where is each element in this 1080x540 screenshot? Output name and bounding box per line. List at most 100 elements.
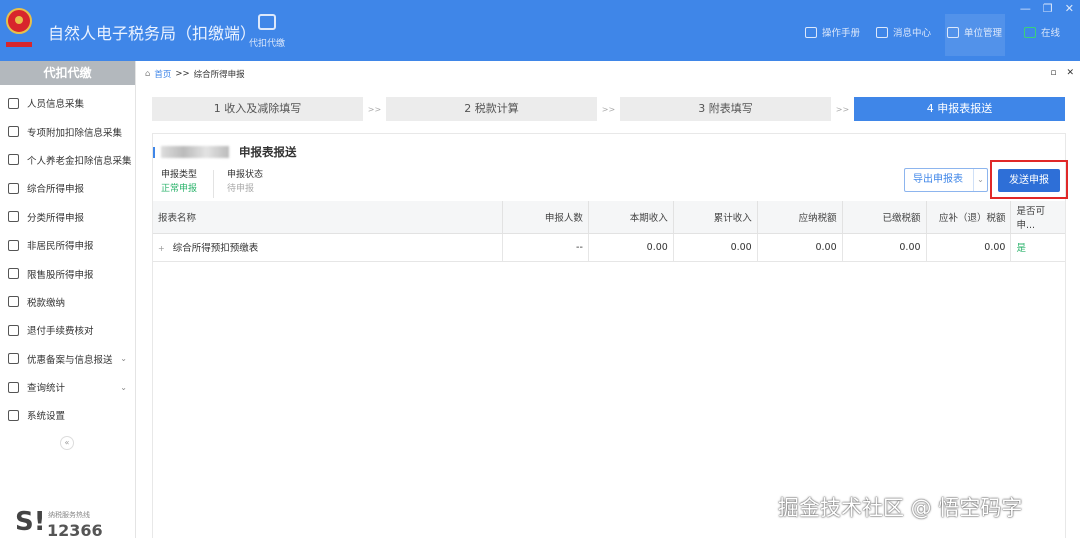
nav-withholding[interactable]: 代扣代缴: [244, 14, 290, 49]
step-2[interactable]: 2 税款计算: [386, 97, 597, 121]
hotline-label: 纳税服务热线: [48, 511, 90, 519]
breadcrumb-sep: >>: [175, 69, 190, 79]
link-label: 单位管理: [964, 28, 1003, 39]
wallet-icon: [258, 14, 276, 30]
status-value: 待申报: [227, 184, 255, 194]
export-label: 导出申报表: [913, 174, 963, 185]
col-header: 应补（退）税额: [926, 201, 1012, 234]
type-value: 正常申报: [161, 184, 198, 194]
sidebar-item[interactable]: 分类所得申报: [0, 203, 135, 231]
col-header: 已缴税额: [842, 201, 927, 234]
sidebar-item[interactable]: 税款缴纳: [0, 288, 135, 316]
minimize-button[interactable]: —: [1020, 2, 1031, 15]
sidebar-item-label: 系统设置: [27, 411, 66, 423]
sidebar-item-label: 非居民所得申报: [27, 241, 94, 253]
menu-icon: [8, 353, 19, 365]
col-header: 本期收入: [588, 201, 674, 234]
chevron-down-icon[interactable]: ⌄: [120, 354, 127, 363]
sidebar-item[interactable]: 个人养老金扣除信息采集: [0, 146, 135, 174]
collapse-sidebar-button[interactable]: «: [60, 436, 74, 450]
sidebar-item[interactable]: 退付手续费核对: [0, 316, 135, 344]
unit-management-link[interactable]: 单位管理: [947, 24, 1002, 40]
close-button[interactable]: ✕: [1065, 2, 1074, 15]
step-1[interactable]: 1 收入及减除填写: [152, 97, 363, 121]
tab-controls: ▫ ✕: [1050, 68, 1074, 78]
breadcrumb-current: 综合所得申报: [193, 70, 245, 80]
sidebar-item-label: 分类所得申报: [27, 212, 85, 224]
step-3[interactable]: 3 附表填写: [620, 97, 831, 121]
report-name: 综合所得预扣预缴表: [172, 243, 259, 254]
hotline-number: 12366: [47, 521, 103, 540]
sidebar-item[interactable]: 优惠备案与信息报送 ⌄: [0, 345, 135, 373]
sidebar-item-label: 查询统计: [27, 383, 66, 395]
message-center-link[interactable]: 消息中心: [876, 24, 931, 40]
link-label: 操作手册: [822, 28, 861, 39]
status-label: 申报状态: [227, 170, 264, 180]
nav-label: 代扣代缴: [248, 39, 285, 49]
home-icon[interactable]: ⌂: [145, 69, 150, 79]
online-status[interactable]: 在线: [1024, 24, 1060, 40]
watermark: 掘金技术社区 @ 悟空码字: [778, 496, 1023, 520]
sidebar-item[interactable]: 综合所得申报: [0, 174, 135, 202]
expand-icon[interactable]: +: [158, 244, 165, 253]
cell: 0.00: [588, 233, 674, 262]
mail-icon: [876, 26, 888, 38]
sidebar-item-label: 综合所得申报: [27, 184, 85, 196]
sidebar-item[interactable]: 限售股所得申报: [0, 259, 135, 287]
menu-icon: [8, 97, 19, 109]
report-table: 报表名称 申报人数 本期收入 累计收入 应纳税额 已缴税额 应补（退）税额 是否…: [153, 201, 1065, 262]
steps: 1 收入及减除填写 >> 2 税款计算 >> 3 附表填写 >> 4 申报表报送: [152, 97, 1065, 121]
restore-button[interactable]: ❐: [1043, 2, 1053, 15]
app-title: 自然人电子税务局（扣缴端）: [48, 24, 257, 43]
hotline-icon: S!: [15, 507, 46, 537]
title-accent: [153, 146, 155, 158]
breadcrumb: ⌂ 首页 >> 综合所得申报: [145, 68, 245, 80]
close-tab-button[interactable]: ✕: [1066, 68, 1074, 78]
redacted-name: [161, 146, 229, 158]
cell: 0.00: [926, 233, 1012, 262]
sidebar-item[interactable]: 系统设置: [0, 401, 135, 429]
maximize-tab-button[interactable]: ▫: [1050, 68, 1056, 78]
cell: 0.00: [757, 233, 843, 262]
send-declaration-button[interactable]: 发送申报: [998, 169, 1060, 192]
highlight-box: 发送申报: [990, 160, 1068, 199]
sidebar-item-label: 专项附加扣除信息采集: [27, 127, 123, 139]
menu-icon: [8, 211, 19, 223]
export-report-button[interactable]: 导出申报表 ⌄: [904, 168, 988, 192]
link-label: 在线: [1041, 28, 1061, 39]
sidebar-item[interactable]: 非居民所得申报: [0, 231, 135, 259]
step-sep: >>: [367, 104, 382, 114]
sidebar-title: 代扣代缴: [0, 61, 135, 85]
manual-link[interactable]: 操作手册: [805, 24, 860, 40]
declare-type: 申报类型 正常申报: [161, 168, 197, 196]
sidebar-item-label: 人员信息采集: [27, 99, 85, 111]
breadcrumb-home[interactable]: 首页: [154, 68, 171, 80]
monitor-icon: [1024, 26, 1036, 38]
building-icon: [947, 26, 959, 38]
sidebar-item[interactable]: 专项附加扣除信息采集: [0, 117, 135, 145]
declare-status: 申报状态 待申报: [227, 168, 263, 196]
chevron-down-icon[interactable]: ⌄: [120, 383, 127, 392]
cell: 是: [1010, 233, 1065, 262]
cell: --: [502, 233, 589, 262]
sidebar-item[interactable]: 查询统计 ⌄: [0, 373, 135, 401]
menu-icon: [8, 324, 19, 336]
menu-icon: [8, 126, 19, 138]
tax-emblem-logo: [6, 8, 32, 47]
sidebar-item-label: 优惠备案与信息报送: [27, 354, 113, 366]
sidebar-item-label: 限售股所得申报: [27, 269, 94, 281]
sidebar-item-label: 个人养老金扣除信息采集: [27, 155, 132, 167]
chevron-down-icon[interactable]: ⌄: [973, 169, 987, 191]
divider: [213, 170, 214, 198]
cell: 0.00: [673, 233, 758, 262]
sidebar-item[interactable]: 人员信息采集: [0, 89, 135, 117]
col-header: 申报人数: [502, 201, 589, 234]
link-label: 消息中心: [893, 28, 932, 39]
app-header: 自然人电子税务局（扣缴端） 代扣代缴 操作手册 消息中心 单位管理 在线 — ❐…: [0, 0, 1080, 61]
sidebar-item-label: 税款缴纳: [27, 297, 66, 309]
table-row[interactable]: + 综合所得预扣预缴表 -- 0.00 0.00 0.00 0.00 0.00 是: [153, 233, 1065, 262]
type-label: 申报类型: [161, 170, 198, 180]
step-4[interactable]: 4 申报表报送: [854, 97, 1065, 121]
menu-icon: [8, 154, 19, 166]
menu-icon: [8, 182, 19, 194]
